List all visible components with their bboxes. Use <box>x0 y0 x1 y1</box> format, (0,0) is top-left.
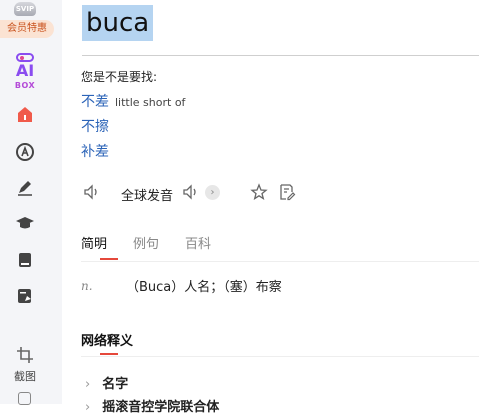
pronunciation-row: 全球发音 › <box>83 183 343 204</box>
suggestion-note: little short of <box>115 96 186 109</box>
network-definitions-title: 网络释义 <box>81 334 134 349</box>
ai-label: AI <box>15 61 35 80</box>
network-item[interactable]: › 名字 <box>85 373 128 392</box>
suggestion-item[interactable]: 不擦 <box>81 116 109 136</box>
suggestion-word[interactable]: 不差 <box>81 94 109 110</box>
suggestion-item[interactable]: 不差 little short of <box>81 91 185 111</box>
global-pronunciation-label[interactable]: 全球发音 <box>121 185 173 204</box>
tab-encyclopedia[interactable]: 百科 <box>185 233 211 252</box>
network-item-label: 名字 <box>102 377 129 392</box>
suggestion-word[interactable]: 补差 <box>81 144 109 160</box>
search-word[interactable]: buca <box>82 5 154 41</box>
tab-concise[interactable]: 简明 <box>81 233 107 252</box>
suggest-title: 您是不是要找: <box>81 70 158 84</box>
header-divider <box>82 55 479 56</box>
pen-icon[interactable] <box>15 177 35 197</box>
network-item[interactable]: › 摇滚音控学院联合体 <box>85 396 219 415</box>
screenshot-label: 截图 <box>14 370 36 383</box>
translate-icon[interactable] <box>15 142 35 162</box>
tabs-divider <box>81 261 479 262</box>
window-icon[interactable] <box>18 392 31 405</box>
definition-text: （Buca）人名；（塞）布察 <box>126 280 282 295</box>
star-icon[interactable] <box>250 183 268 201</box>
graduation-cap-icon[interactable] <box>15 213 35 233</box>
sidebar: SVIP 会员特惠 AI BOX 截图 <box>0 0 62 405</box>
active-tab-indicator <box>100 258 118 260</box>
note-edit-icon[interactable] <box>278 183 296 201</box>
book-icon[interactable] <box>15 250 35 270</box>
network-item-label: 摇滚音控学院联合体 <box>102 400 220 415</box>
vip-promo-button[interactable]: 会员特惠 <box>0 20 54 38</box>
home-icon[interactable] <box>15 105 35 125</box>
network-title-indicator <box>100 353 118 355</box>
part-of-speech: n. <box>81 279 93 293</box>
suggestion-word[interactable]: 不擦 <box>81 119 109 135</box>
svip-badge: SVIP <box>14 2 36 16</box>
dictionary-panel: buca 您是不是要找: 不差 little short of 不擦 补差 全球发… <box>62 0 479 415</box>
speaker-icon[interactable] <box>182 183 200 201</box>
network-divider <box>81 356 479 357</box>
result-tabs: 简明 例句 百科 <box>81 233 479 263</box>
document-edit-icon[interactable] <box>15 286 35 306</box>
tab-examples[interactable]: 例句 <box>133 233 159 252</box>
suggestion-item[interactable]: 补差 <box>81 141 109 161</box>
chevron-right-icon: › <box>85 377 91 392</box>
chevron-right-icon[interactable]: › <box>205 185 220 200</box>
box-label: BOX <box>14 81 36 90</box>
speaker-icon[interactable] <box>83 183 101 201</box>
crop-icon[interactable] <box>15 345 35 365</box>
chevron-right-icon: › <box>85 400 91 415</box>
